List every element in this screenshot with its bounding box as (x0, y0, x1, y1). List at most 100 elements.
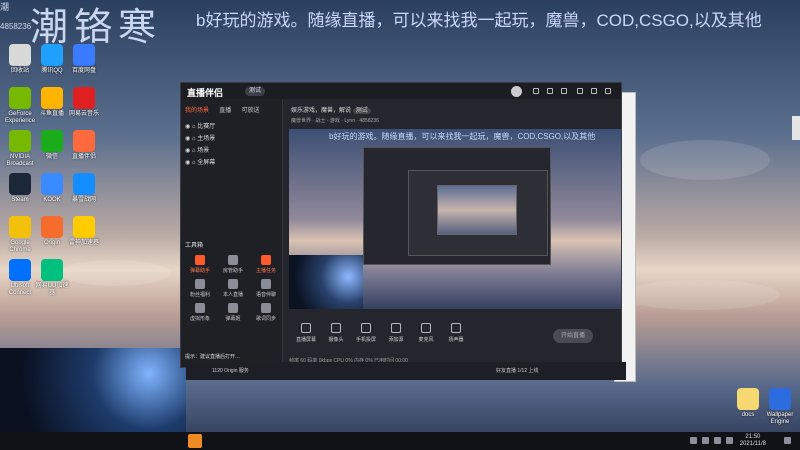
avatar[interactable] (511, 86, 522, 97)
app-icon (73, 173, 95, 195)
add-icon (391, 323, 401, 333)
desktop-icon[interactable]: Google Chrome (2, 216, 38, 254)
scene-item[interactable]: ◉ ⌂ 主场景 (185, 133, 215, 142)
app-icon (73, 130, 95, 152)
overlay-corner-text: 潮 (0, 2, 10, 12)
background-strip: 1120 Origin 服务 好友直播 1/12 上线 (186, 362, 626, 380)
cloud (640, 140, 770, 180)
desktop-icon[interactable]: GeForce Experience (2, 87, 38, 125)
version-badge[interactable]: 测试 (245, 87, 266, 96)
desktop-icon-label: 网易云音乐 (68, 111, 99, 117)
skin-icon[interactable] (561, 88, 567, 94)
phone-cast-button[interactable]: 手机投屏 (353, 323, 379, 343)
message-icon[interactable] (533, 88, 539, 94)
tool-button[interactable]: 弹幕助手 (185, 255, 215, 274)
app-icon (73, 216, 95, 238)
tray-icon[interactable] (690, 437, 697, 444)
desktop-icon[interactable]: Ubisoft Connect (2, 259, 38, 297)
desktop-icon[interactable]: 回收站 (2, 44, 38, 75)
minimize-icon[interactable] (577, 88, 583, 94)
strip-text-a: 1120 Origin 服务 (212, 368, 249, 374)
offscreen-window-edge[interactable] (792, 116, 800, 140)
cloud (60, 260, 170, 286)
tool-button[interactable]: 粉丝福利 (185, 279, 215, 298)
folder-icon (737, 388, 759, 410)
desktop-icon-label: Origin (43, 240, 60, 246)
desktop-icon[interactable]: 斗鱼直播 (34, 87, 70, 118)
preview-nested-window (363, 147, 551, 265)
tray-icon[interactable] (702, 437, 709, 444)
tool-button[interactable]: 弹幕姬 (218, 303, 248, 322)
tool-icon (228, 255, 238, 265)
desktop-icon-label: Ubisoft Connect (8, 283, 32, 296)
tool-label: 弹幕助手 (189, 268, 210, 274)
desktop-icon[interactable]: 网易云音乐 (66, 87, 102, 118)
desktop-icon-docs[interactable]: docs (730, 388, 766, 419)
tool-icon (228, 303, 238, 313)
speaker-button[interactable]: 扬声器 (443, 323, 469, 343)
desktop-icon[interactable]: NVIDIA Broadcast (2, 130, 38, 168)
desktop-icon[interactable]: 微信 (34, 130, 70, 161)
camera-button[interactable]: 摄像头 (323, 323, 349, 343)
app-logo: 直播伴侣 (187, 88, 224, 98)
add-source-button[interactable]: 添加源 (383, 323, 409, 343)
app-icon (41, 130, 63, 152)
live-companion-window: 直播伴侣 测试 我的场景 直播 可放送 ◉ ⌂ 比赛厅 ◉ ⌂ 主场景 ◉ ⌂ … (180, 82, 622, 368)
desktop-icon[interactable]: 暴雪战网 (66, 173, 102, 204)
tool-label: 本人直播 (222, 292, 243, 298)
start-live-button[interactable]: 开始直播 (553, 329, 593, 343)
tool-button[interactable]: 主播任务 (251, 255, 281, 274)
tool-button[interactable]: 房管助手 (218, 255, 248, 274)
desktop-icon[interactable]: 腾讯QQ (34, 44, 70, 75)
tool-label: 粉丝福利 (189, 292, 210, 298)
scene-panel: 我的场景 直播 可放送 ◉ ⌂ 比赛厅 ◉ ⌂ 主场景 ◉ ⌂ 场景 ◉ ⌂ 全… (181, 99, 283, 367)
settings-icon[interactable] (547, 88, 553, 94)
desktop-icon-wallpaper[interactable]: Wallpaper Engine (762, 388, 798, 426)
clock[interactable]: 21:50 2021/11/8 (740, 434, 766, 448)
volume-icon[interactable] (726, 437, 733, 444)
live-preview[interactable]: b好玩的游戏。随缘直播，可以来找我一起玩，魔兽，COD,CSGO,以及其他 (289, 129, 621, 309)
scene-item[interactable]: ◉ ⌂ 场景 (185, 145, 209, 154)
notice-text: 提示：建议直播后打开… (185, 354, 241, 360)
scene-item[interactable]: ◉ ⌂ 比赛厅 (185, 121, 215, 130)
tool-icon (261, 279, 271, 289)
stream-meta: 魔兽世界 · 战士 · 游戏 · Lynn · 4858236 (291, 118, 379, 124)
preview-marquee: b好玩的游戏。随缘直播，可以来找我一起玩，魔兽，COD,CSGO,以及其他 (329, 132, 596, 141)
desktop-icon[interactable]: 网易UU加速器 (34, 259, 70, 297)
notification-icon[interactable] (784, 437, 791, 444)
tab-broadcast[interactable]: 可放送 (242, 105, 260, 114)
phone-icon (361, 323, 371, 333)
tab-live[interactable]: 直播 (219, 105, 231, 114)
preview-nested-window-3 (437, 185, 517, 235)
app-icon (41, 87, 63, 109)
tool-button[interactable]: 虚拟形象 (185, 303, 215, 322)
stream-overlay-banner: 潮铬寒 潮 4858236 b好玩的游戏。随缘直播，可以来找我一起玩，魔兽，CO… (0, 0, 800, 49)
app-icon (41, 173, 63, 195)
taskbar: 21:50 2021/11/8 (0, 432, 800, 450)
desktop-icon[interactable]: KOOK (34, 173, 70, 204)
microphone-button[interactable]: 麦克风 (413, 323, 439, 343)
overlay-marquee: b好玩的游戏。随缘直播，可以来找我一起玩，魔兽，COD,CSGO,以及其他 (196, 11, 762, 30)
maximize-icon[interactable] (591, 88, 597, 94)
screen-capture-button[interactable]: 直播屏幕 (293, 323, 319, 343)
desktop-icon[interactable]: Steam (2, 173, 38, 204)
desktop-icon-label: GeForce Experience (4, 111, 36, 124)
desktop-icon-label: Google Chrome (9, 240, 31, 253)
app-icon (41, 216, 63, 238)
tool-button[interactable]: 本人直播 (218, 279, 248, 298)
desktop-icon[interactable]: 直播伴侣 (66, 130, 102, 161)
desktop-icon-label: 百度网盘 (71, 68, 96, 74)
desktop-icon[interactable]: Origin (34, 216, 70, 247)
network-icon[interactable] (714, 437, 721, 444)
tab-my-scenes[interactable]: 我的场景 (185, 105, 209, 114)
close-icon[interactable] (605, 88, 611, 94)
tool-button[interactable]: 语音伴聊 (251, 279, 281, 298)
category-tag[interactable]: 测试 (352, 108, 371, 114)
tool-button[interactable]: 歌词同步 (251, 303, 281, 322)
scene-item[interactable]: ◉ ⌂ 全屏幕 (185, 157, 215, 166)
desktop-icon[interactable]: 雷神加速器 (66, 216, 102, 247)
live-companion-taskbar-icon[interactable] (188, 434, 202, 448)
desktop-icon-label: 暴雪战网 (71, 197, 96, 203)
app-icon (41, 44, 63, 66)
desktop-icon[interactable]: 百度网盘 (66, 44, 102, 75)
